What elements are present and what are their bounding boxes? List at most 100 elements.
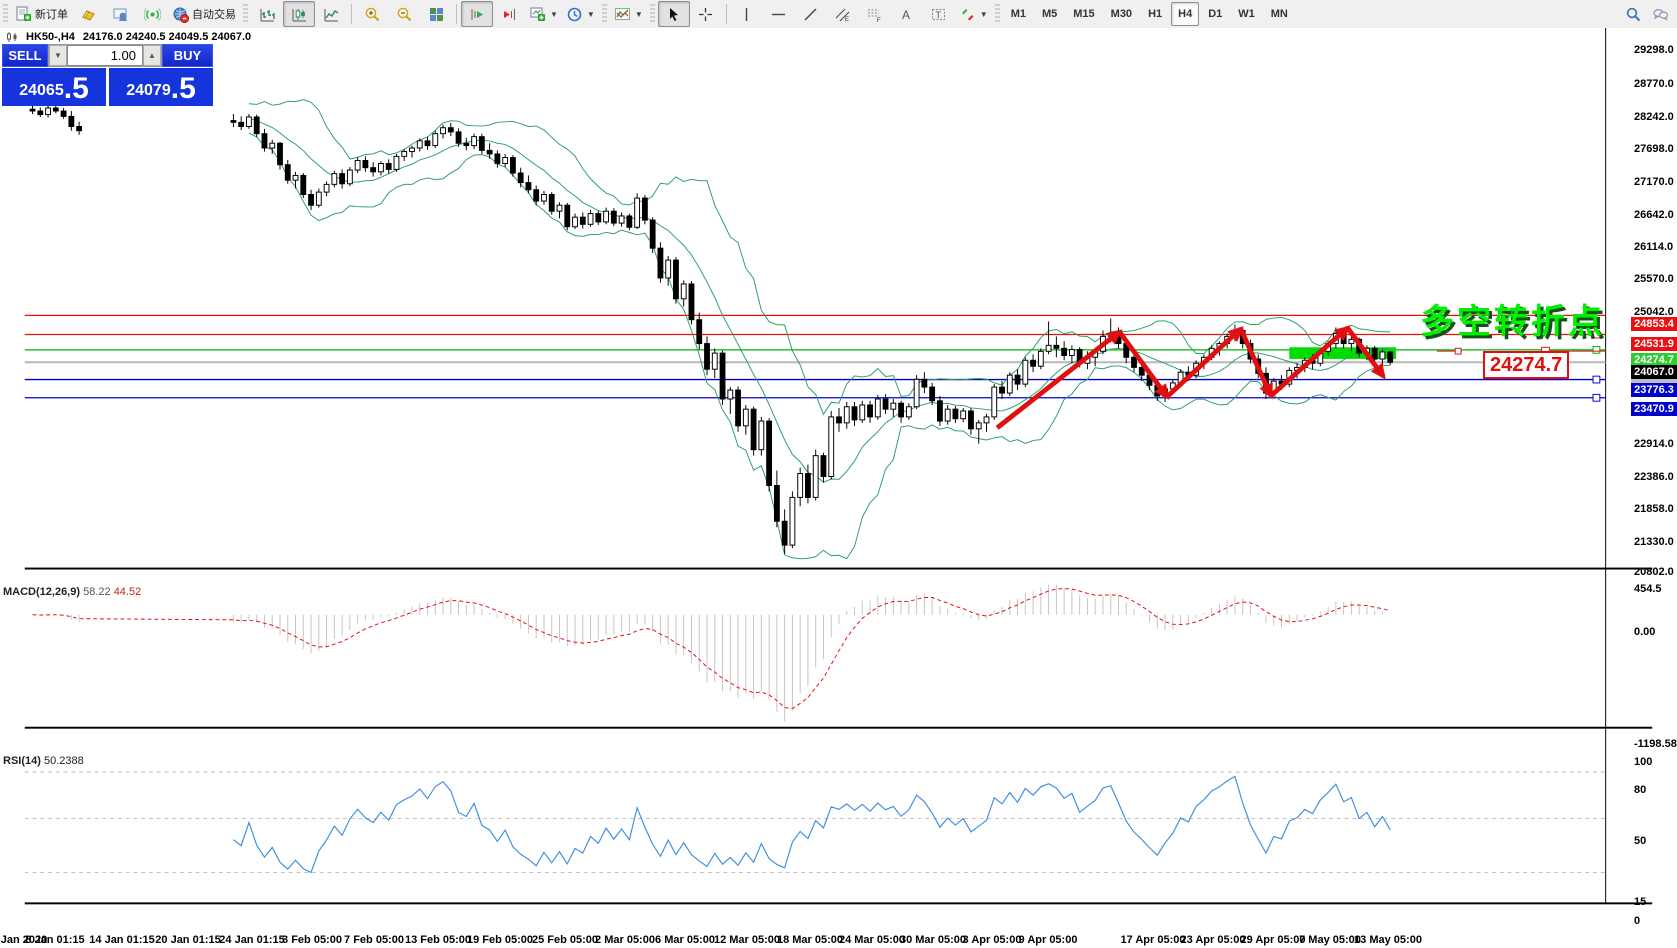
line-anchor-handle[interactable]	[1592, 393, 1601, 402]
toolbar-grip[interactable]	[601, 4, 607, 24]
chevron-down-icon: ▼	[586, 9, 595, 19]
text-label-button[interactable]: T	[923, 1, 955, 27]
candle-body	[595, 213, 602, 223]
candle-body	[812, 455, 819, 498]
candle-body	[432, 133, 439, 147]
volume-decrease-button[interactable]: ▼	[49, 45, 67, 66]
crosshair-button[interactable]	[690, 1, 722, 27]
market-depth-button[interactable]	[72, 1, 104, 27]
candle-body	[541, 194, 547, 202]
candle-body	[300, 174, 307, 195]
buy-price-fraction: .5	[170, 72, 196, 105]
timeframe-button-MN[interactable]: MN	[1264, 2, 1295, 26]
price-tag-24853.4: 24853.4	[1631, 317, 1677, 332]
timeframe-button-H4[interactable]: H4	[1171, 2, 1200, 26]
line-chart-button[interactable]	[315, 1, 347, 27]
toolbar-grip[interactable]	[994, 4, 1000, 24]
arrows-button[interactable]: ▼	[955, 1, 992, 27]
sell-price[interactable]: 24065 .5	[2, 68, 106, 106]
tile-windows-button[interactable]	[420, 1, 452, 27]
timeframe-button-M30[interactable]: M30	[1104, 2, 1139, 26]
bar-chart-button[interactable]	[251, 1, 283, 27]
sell-price-main: 24065	[19, 82, 64, 99]
toolbar-grip[interactable]	[649, 4, 655, 24]
text-icon: A	[902, 8, 910, 22]
candle-body	[284, 164, 291, 181]
timeframe-button-M5[interactable]: M5	[1035, 2, 1064, 26]
candle-body	[471, 136, 478, 147]
timeframe-button-M15[interactable]: M15	[1066, 2, 1101, 26]
time-axis-label: 24 Jan 01:15	[219, 934, 285, 946]
price-callout-box[interactable]: 24274.7	[1483, 351, 1570, 379]
zoom-out-button[interactable]	[388, 1, 420, 27]
timeframe-button-D1[interactable]: D1	[1201, 2, 1229, 26]
indicators-button[interactable]: ▼	[610, 1, 647, 27]
toolbar-grip[interactable]	[243, 4, 248, 24]
candle-body	[634, 197, 641, 228]
candle-body	[890, 402, 897, 410]
volume-input[interactable]: 1.00	[67, 45, 143, 66]
main-toolbar: 新订单 自动交易 ▼ ▼ ▼ E F A T ▼ M1 M5 M15 M30 H…	[0, 0, 1677, 29]
cursor-button[interactable]	[657, 1, 690, 27]
candle-body	[898, 402, 905, 418]
crosshair-icon	[699, 7, 713, 21]
buy-price[interactable]: 24079 .5	[109, 68, 213, 106]
auto-scroll-button[interactable]	[461, 1, 493, 27]
profile-icon	[113, 8, 127, 21]
price-axis-tick: 28770.0	[1634, 78, 1674, 90]
timeframe-button-M1[interactable]: M1	[1004, 2, 1033, 26]
turning-point-annotation[interactable]: 多空转折点	[1420, 294, 1605, 343]
auto-trading-button[interactable]: 自动交易	[168, 1, 240, 27]
zoom-in-button[interactable]	[356, 1, 388, 27]
symbol-info-bar: HK50-,H4 24176.0 24240.5 24049.5 24067.0	[6, 31, 251, 43]
signals-button[interactable]	[136, 1, 168, 27]
new-chart-button[interactable]: ▼	[525, 1, 562, 27]
sell-button[interactable]: SELL	[2, 44, 48, 67]
time-axis-label: 2 Mar 05:00	[595, 934, 655, 946]
chart-shift-button[interactable]	[493, 1, 525, 27]
rsi-axis-tick: 50	[1634, 835, 1647, 847]
candle-body	[564, 204, 571, 228]
search-icon[interactable]	[1625, 6, 1642, 23]
candle-body	[238, 121, 245, 128]
vertical-line-icon	[746, 7, 748, 21]
timeframe-button-W1[interactable]: W1	[1231, 2, 1262, 26]
candle-body	[727, 389, 734, 400]
buy-button[interactable]: BUY	[162, 44, 213, 67]
trendline-button[interactable]	[795, 1, 827, 27]
text-button[interactable]: A	[891, 1, 923, 27]
candle-body	[836, 416, 842, 424]
candle-body	[618, 215, 625, 224]
candle-body	[851, 406, 858, 421]
new-order-button[interactable]: 新订单	[11, 1, 72, 27]
toolbar-grip[interactable]	[3, 4, 8, 24]
vertical-line-button[interactable]	[731, 1, 763, 27]
candle-body	[556, 204, 563, 212]
chart-canvas[interactable]	[0, 28, 1677, 948]
channel-button[interactable]: E	[827, 1, 859, 27]
candle-body	[797, 473, 804, 498]
rsi-axis-tick: 0	[1634, 915, 1641, 927]
time-axis[interactable]: Jan 2020 8 Jan 01:15 14 Jan 01:15 20 Jan 01…	[0, 931, 1677, 948]
candlestick-chart-button[interactable]	[283, 1, 315, 27]
timeframe-toolbar: M1 M5 M15 M30 H1 H4 D1 W1 MN	[1003, 2, 1296, 26]
line-anchor-handle[interactable]	[1592, 375, 1601, 384]
timeframe-button-H1[interactable]: H1	[1141, 2, 1169, 26]
profile-button[interactable]	[104, 1, 136, 27]
mt4-terminal-window: { "toolbar": { "new_order_label": "新订单",…	[0, 0, 1677, 948]
time-axis-label: 17 Apr 05:00	[1120, 934, 1186, 946]
price-axis-tick: 20802.0	[1634, 566, 1674, 578]
chart-profiles-button[interactable]: ▼	[562, 1, 599, 27]
new-order-label: 新订单	[35, 9, 68, 21]
line-anchor-handle[interactable]	[1592, 345, 1601, 354]
horizontal-line-button[interactable]	[763, 1, 795, 27]
sell-price-fraction: .5	[63, 72, 89, 105]
chart-window[interactable]: HK50-,H4 24176.0 24240.5 24049.5 24067.0…	[0, 28, 1677, 948]
price-tag-24531.9: 24531.9	[1631, 336, 1677, 351]
svg-text:T: T	[936, 10, 942, 20]
fibonacci-button[interactable]: F	[859, 1, 891, 27]
candle-body	[1053, 344, 1060, 349]
macd-axis-tick: 454.5	[1634, 583, 1662, 595]
chat-icon[interactable]	[1652, 6, 1669, 23]
volume-increase-button[interactable]: ▲	[143, 45, 161, 66]
